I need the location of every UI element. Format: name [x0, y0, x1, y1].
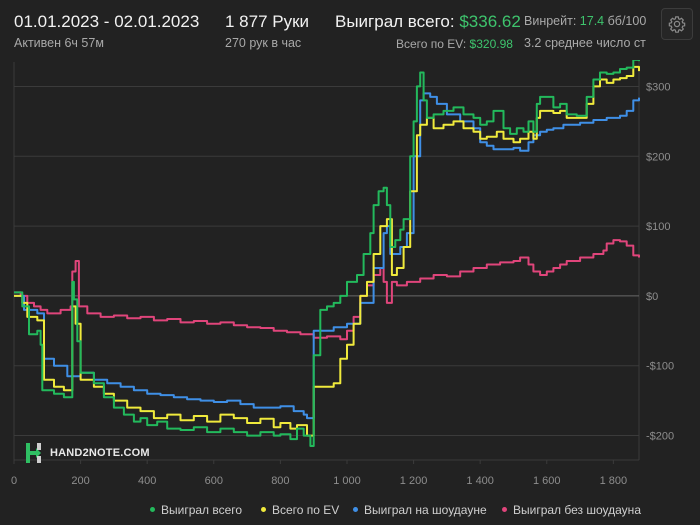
ev-total-label: Всего по EV:	[396, 37, 467, 51]
chart-series	[14, 60, 640, 447]
x-tick-label: 1 800	[600, 475, 628, 487]
y-axis-ticks: $300 $200 $100 $0 -$100 -$200	[646, 81, 674, 442]
winrate-label: Винрейт:	[524, 14, 577, 28]
legend-item-non-showdown[interactable]: Выиграл без шоудауна	[502, 503, 641, 517]
ev-total-value: $320.98	[469, 37, 513, 51]
hands-count: 1 877 Руки	[225, 12, 310, 31]
won-total: Выиграл всего: $336.62	[335, 12, 521, 32]
x-tick-label: 600	[205, 475, 223, 487]
series-line-non_showdown	[14, 239, 640, 341]
gear-icon	[668, 16, 686, 33]
y-tick-label: $300	[646, 81, 670, 93]
x-tick-label: 1 600	[533, 475, 561, 487]
x-tick-label: 1 200	[400, 475, 428, 487]
y-tick-label: -$100	[646, 361, 674, 373]
settings-button[interactable]	[661, 8, 693, 40]
x-axis-ticks: 0 200 400 600 800 1 000 1 200 1 400 1 600 1 800	[11, 460, 627, 487]
series-line-won	[14, 60, 640, 447]
legend-label: Выиграл на шоудауне	[364, 503, 487, 517]
winrate: Винрейт: 17.4 бб/100	[524, 14, 646, 28]
h2n-logo-icon	[26, 443, 41, 463]
legend-dot-icon	[150, 507, 155, 513]
y-tick-label: $0	[646, 291, 658, 303]
legend-label: Выиграл всего	[161, 503, 243, 517]
x-tick-label: 200	[71, 475, 89, 487]
stats-header: 01.01.2023 - 02.01.2023 Активен 6ч 57м 1…	[0, 0, 700, 60]
hands-per-hour: 270 рук в час	[225, 36, 302, 50]
won-total-label: Выиграл всего:	[335, 12, 455, 31]
y-tick-label: -$200	[646, 431, 674, 443]
series-line-showdown	[14, 92, 640, 420]
x-tick-label: 1 400	[466, 475, 494, 487]
avg-tables: 3.2 среднее число столов	[524, 36, 646, 50]
legend-item-showdown[interactable]: Выиграл на шоудауне	[353, 503, 487, 517]
y-tick-label: $100	[646, 221, 670, 233]
legend-dot-icon	[502, 507, 507, 513]
x-tick-label: 1 000	[333, 475, 361, 487]
x-tick-label: 0	[11, 475, 17, 487]
won-total-value: $336.62	[459, 12, 521, 31]
hand2note-logo: HAND2NOTE.COM	[24, 442, 150, 464]
chart-grid	[13, 62, 640, 461]
active-time: Активен 6ч 57м	[14, 36, 104, 50]
logo-text: HAND2NOTE.COM	[50, 447, 150, 459]
x-tick-label: 800	[271, 475, 289, 487]
profit-chart: $300 $200 $100 $0 -$100 -$200 0 200 400 600 800 1 …	[11, 60, 674, 487]
winrate-value: 17.4	[579, 14, 605, 28]
legend-dot-icon	[261, 507, 266, 513]
legend-label: Всего по EV	[272, 503, 340, 517]
legend-item-ev[interactable]: Всего по EV	[261, 503, 339, 517]
legend-dot-icon	[353, 507, 358, 513]
x-tick-label: 400	[138, 475, 156, 487]
ev-total: Всего по EV: $320.98	[396, 37, 513, 51]
y-tick-label: $200	[646, 151, 670, 163]
legend-label: Выиграл без шоудауна	[513, 503, 641, 517]
date-range[interactable]: 01.01.2023 - 02.01.2023	[14, 12, 199, 32]
winrate-unit: бб/100	[607, 14, 646, 28]
legend-item-won[interactable]: Выиграл всего	[150, 503, 242, 517]
